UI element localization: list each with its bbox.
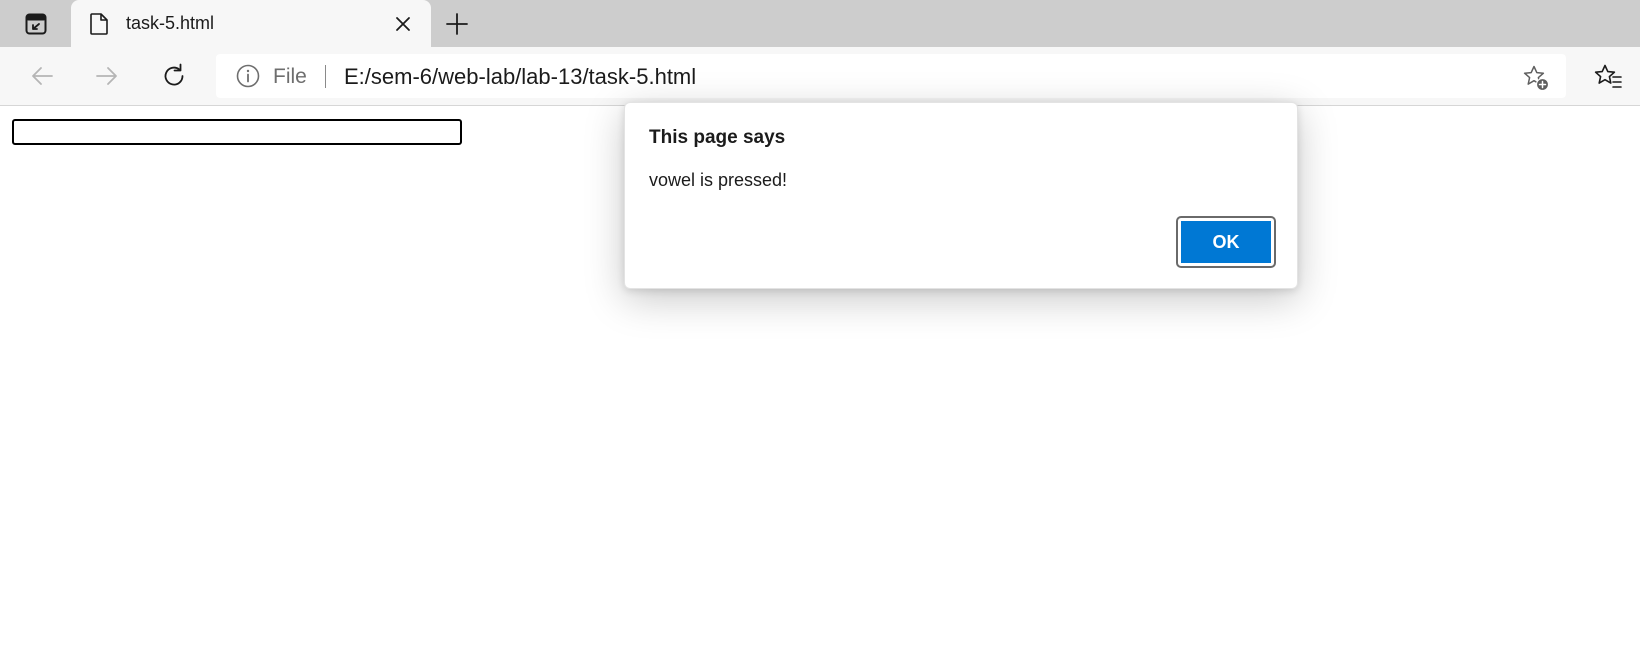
page-icon xyxy=(90,13,108,35)
alert-dialog: This page says vowel is pressed! OK xyxy=(624,102,1298,289)
forward-button[interactable] xyxy=(92,61,122,91)
dialog-message: vowel is pressed! xyxy=(649,170,788,190)
info-icon[interactable] xyxy=(236,64,260,88)
favorites-icon[interactable] xyxy=(1594,63,1622,91)
browser-toolbar: File E:/sem-6/web-lab/lab-13/task-5.html xyxy=(0,47,1640,106)
back-button[interactable] xyxy=(27,61,57,91)
back-arrow-icon xyxy=(32,67,53,85)
forward-arrow-icon xyxy=(96,67,117,85)
ok-button[interactable]: OK xyxy=(1176,216,1276,268)
text-input[interactable] xyxy=(12,119,462,145)
tab-active[interactable]: task-5.html xyxy=(71,0,431,47)
reload-button[interactable] xyxy=(159,61,189,91)
tab-strip: task-5.html xyxy=(0,0,1640,47)
star-plus-icon[interactable] xyxy=(1522,64,1550,92)
dialog-title: This page says xyxy=(649,127,786,148)
scheme-label: File xyxy=(273,65,307,88)
url-text[interactable]: E:/sem-6/web-lab/lab-13/task-5.html xyxy=(344,64,696,90)
reload-icon xyxy=(164,63,184,86)
close-icon[interactable] xyxy=(393,14,413,34)
tab-actions-icon xyxy=(25,13,47,35)
tab-title: task-5.html xyxy=(126,13,215,33)
address-bar[interactable]: File E:/sem-6/web-lab/lab-13/task-5.html xyxy=(216,54,1566,98)
address-separator xyxy=(325,65,326,88)
tab-actions-button[interactable] xyxy=(20,11,52,37)
plus-icon[interactable] xyxy=(444,11,470,37)
